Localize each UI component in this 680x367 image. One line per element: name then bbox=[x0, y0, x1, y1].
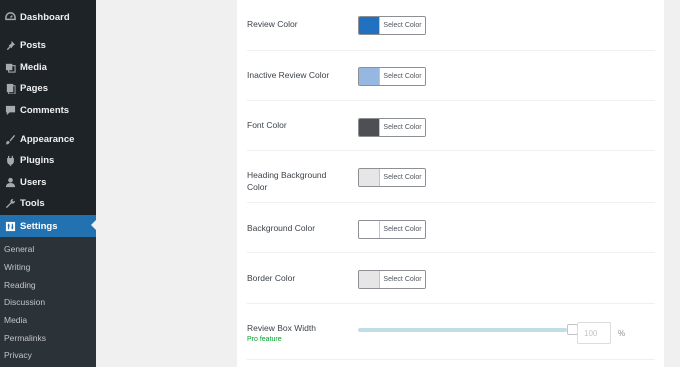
submenu-item-discussion[interactable]: Discussion bbox=[4, 297, 45, 307]
setting-label: Review Box Width bbox=[247, 323, 316, 333]
active-indicator bbox=[91, 219, 97, 231]
submenu-item-privacy[interactable]: Privacy bbox=[4, 350, 32, 360]
menu-item-posts[interactable]: Posts bbox=[0, 35, 96, 55]
brush-icon bbox=[3, 132, 17, 146]
dashboard-icon bbox=[3, 10, 17, 24]
select-color-label: Select Color bbox=[380, 68, 425, 85]
media-icon bbox=[3, 60, 17, 74]
menu-label: Appearance bbox=[20, 133, 75, 145]
setting-row-inactive-review-color: Inactive Review Color Select Color bbox=[247, 50, 655, 101]
setting-row-background-color: Background Color Select Color bbox=[247, 202, 655, 253]
menu-item-comments[interactable]: Comments bbox=[0, 100, 96, 120]
setting-row-border-color: Border Color Select Color bbox=[247, 252, 655, 304]
pin-icon bbox=[3, 38, 17, 52]
plug-icon bbox=[3, 153, 17, 167]
page-icon bbox=[3, 81, 17, 95]
menu-label: Tools bbox=[20, 197, 45, 209]
comment-icon bbox=[3, 103, 17, 117]
select-color-label: Select Color bbox=[380, 271, 425, 288]
width-unit: % bbox=[618, 329, 626, 338]
select-color-label: Select Color bbox=[380, 221, 425, 238]
submenu-item-permalinks[interactable]: Permalinks bbox=[4, 333, 46, 343]
menu-label: Plugins bbox=[20, 154, 55, 166]
settings-icon bbox=[3, 219, 17, 233]
menu-item-tools[interactable]: Tools bbox=[0, 193, 96, 213]
color-swatch bbox=[359, 271, 380, 288]
menu-label: Settings bbox=[20, 220, 58, 232]
menu-item-pages[interactable]: Pages bbox=[0, 78, 96, 98]
pro-feature-label: Pro feature bbox=[247, 336, 282, 343]
wrench-icon bbox=[3, 196, 17, 210]
review-box-width-input[interactable]: 100 bbox=[577, 322, 611, 344]
background-color-picker-button[interactable]: Select Color bbox=[358, 220, 426, 239]
user-icon bbox=[3, 175, 17, 189]
select-color-label: Select Color bbox=[380, 17, 425, 34]
submenu-item-media[interactable]: Media bbox=[4, 315, 27, 325]
setting-label: Font Color bbox=[247, 120, 287, 130]
border-color-picker-button[interactable]: Select Color bbox=[358, 270, 426, 289]
menu-label: Posts bbox=[20, 39, 46, 51]
review-color-picker-button[interactable]: Select Color bbox=[358, 16, 426, 35]
menu-label: Dashboard bbox=[20, 11, 70, 23]
setting-label: Review Color bbox=[247, 19, 298, 29]
color-swatch bbox=[359, 119, 380, 136]
menu-item-media[interactable]: Media bbox=[0, 57, 96, 77]
setting-label: Heading Background Color bbox=[247, 170, 327, 192]
settings-panel: Review Color Select Color Inactive Revie… bbox=[237, 0, 664, 367]
submenu-item-reading[interactable]: Reading bbox=[4, 280, 36, 290]
color-swatch bbox=[359, 221, 380, 238]
setting-row-font-color: Font Color Select Color bbox=[247, 100, 655, 151]
settings-submenu: General Writing Reading Discussion Media… bbox=[0, 237, 96, 367]
setting-label: Inactive Review Color bbox=[247, 70, 330, 80]
setting-row-review-box-width: Review Box Width Pro feature 100 % bbox=[247, 303, 655, 360]
menu-label: Media bbox=[20, 61, 47, 73]
menu-label: Users bbox=[20, 176, 47, 188]
menu-item-appearance[interactable]: Appearance bbox=[0, 129, 96, 149]
setting-label: Border Color bbox=[247, 273, 296, 283]
menu-item-users[interactable]: Users bbox=[0, 172, 96, 192]
submenu-item-writing[interactable]: Writing bbox=[4, 262, 30, 272]
color-swatch bbox=[359, 169, 380, 186]
submenu-item-general[interactable]: General bbox=[4, 244, 34, 254]
menu-item-settings[interactable]: Settings bbox=[0, 215, 97, 237]
menu-item-dashboard[interactable]: Dashboard bbox=[0, 7, 96, 27]
admin-sidebar: Dashboard Posts Media Pages Comments App… bbox=[0, 0, 97, 367]
color-swatch bbox=[359, 17, 380, 34]
select-color-label: Select Color bbox=[380, 119, 425, 136]
color-swatch bbox=[359, 68, 380, 85]
font-color-picker-button[interactable]: Select Color bbox=[358, 118, 426, 137]
inactive-review-color-picker-button[interactable]: Select Color bbox=[358, 67, 426, 86]
setting-row-review-color: Review Color Select Color bbox=[247, 0, 655, 51]
select-color-label: Select Color bbox=[380, 169, 425, 186]
setting-label: Background Color bbox=[247, 223, 316, 233]
menu-item-plugins[interactable]: Plugins bbox=[0, 150, 96, 170]
heading-background-color-picker-button[interactable]: Select Color bbox=[358, 168, 426, 187]
setting-row-heading-background-color: Heading Background Color Select Color bbox=[247, 150, 655, 203]
review-box-width-slider[interactable] bbox=[358, 324, 578, 335]
menu-label: Pages bbox=[20, 82, 48, 94]
menu-label: Comments bbox=[20, 104, 70, 116]
